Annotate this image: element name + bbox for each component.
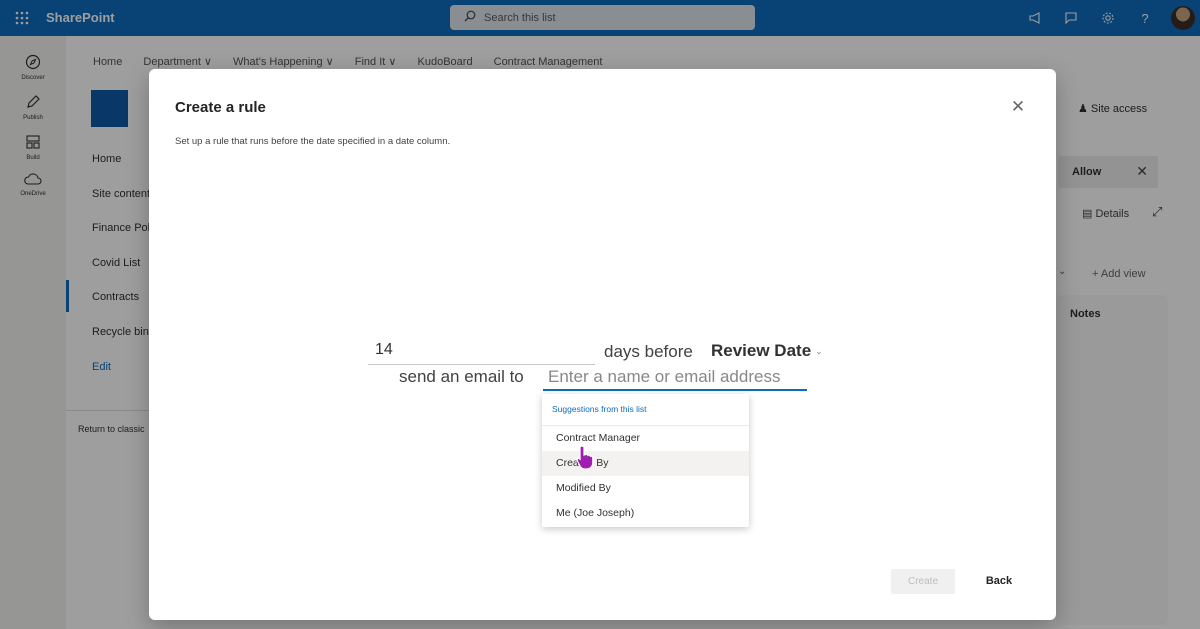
close-icon[interactable]: ✕ <box>1008 97 1028 117</box>
date-column-value: Review Date <box>711 341 812 360</box>
send-email-label: send an email to <box>399 367 524 386</box>
email-recipient-input[interactable]: Enter a name or email address <box>543 365 807 391</box>
create-button[interactable]: Create <box>891 569 955 594</box>
dialog-title: Create a rule <box>175 99 266 116</box>
days-before-label: days before <box>604 342 693 361</box>
back-button[interactable]: Back <box>971 569 1027 594</box>
date-column-dropdown[interactable]: Review Date ⌄ <box>711 341 823 361</box>
dialog-subtitle: Set up a rule that runs before the date … <box>175 136 451 147</box>
suggestion-modified-by[interactable]: Modified By <box>542 476 749 501</box>
hand-cursor-icon <box>576 445 594 470</box>
chevron-down-icon: ⌄ <box>815 346 823 357</box>
suggestion-me[interactable]: Me (Joe Joseph) <box>542 501 749 526</box>
suggestions-header: Suggestions from this list <box>552 404 647 414</box>
create-rule-dialog: Create a rule ✕ Set up a rule that runs … <box>149 69 1056 620</box>
days-input[interactable]: 14 <box>368 339 595 365</box>
